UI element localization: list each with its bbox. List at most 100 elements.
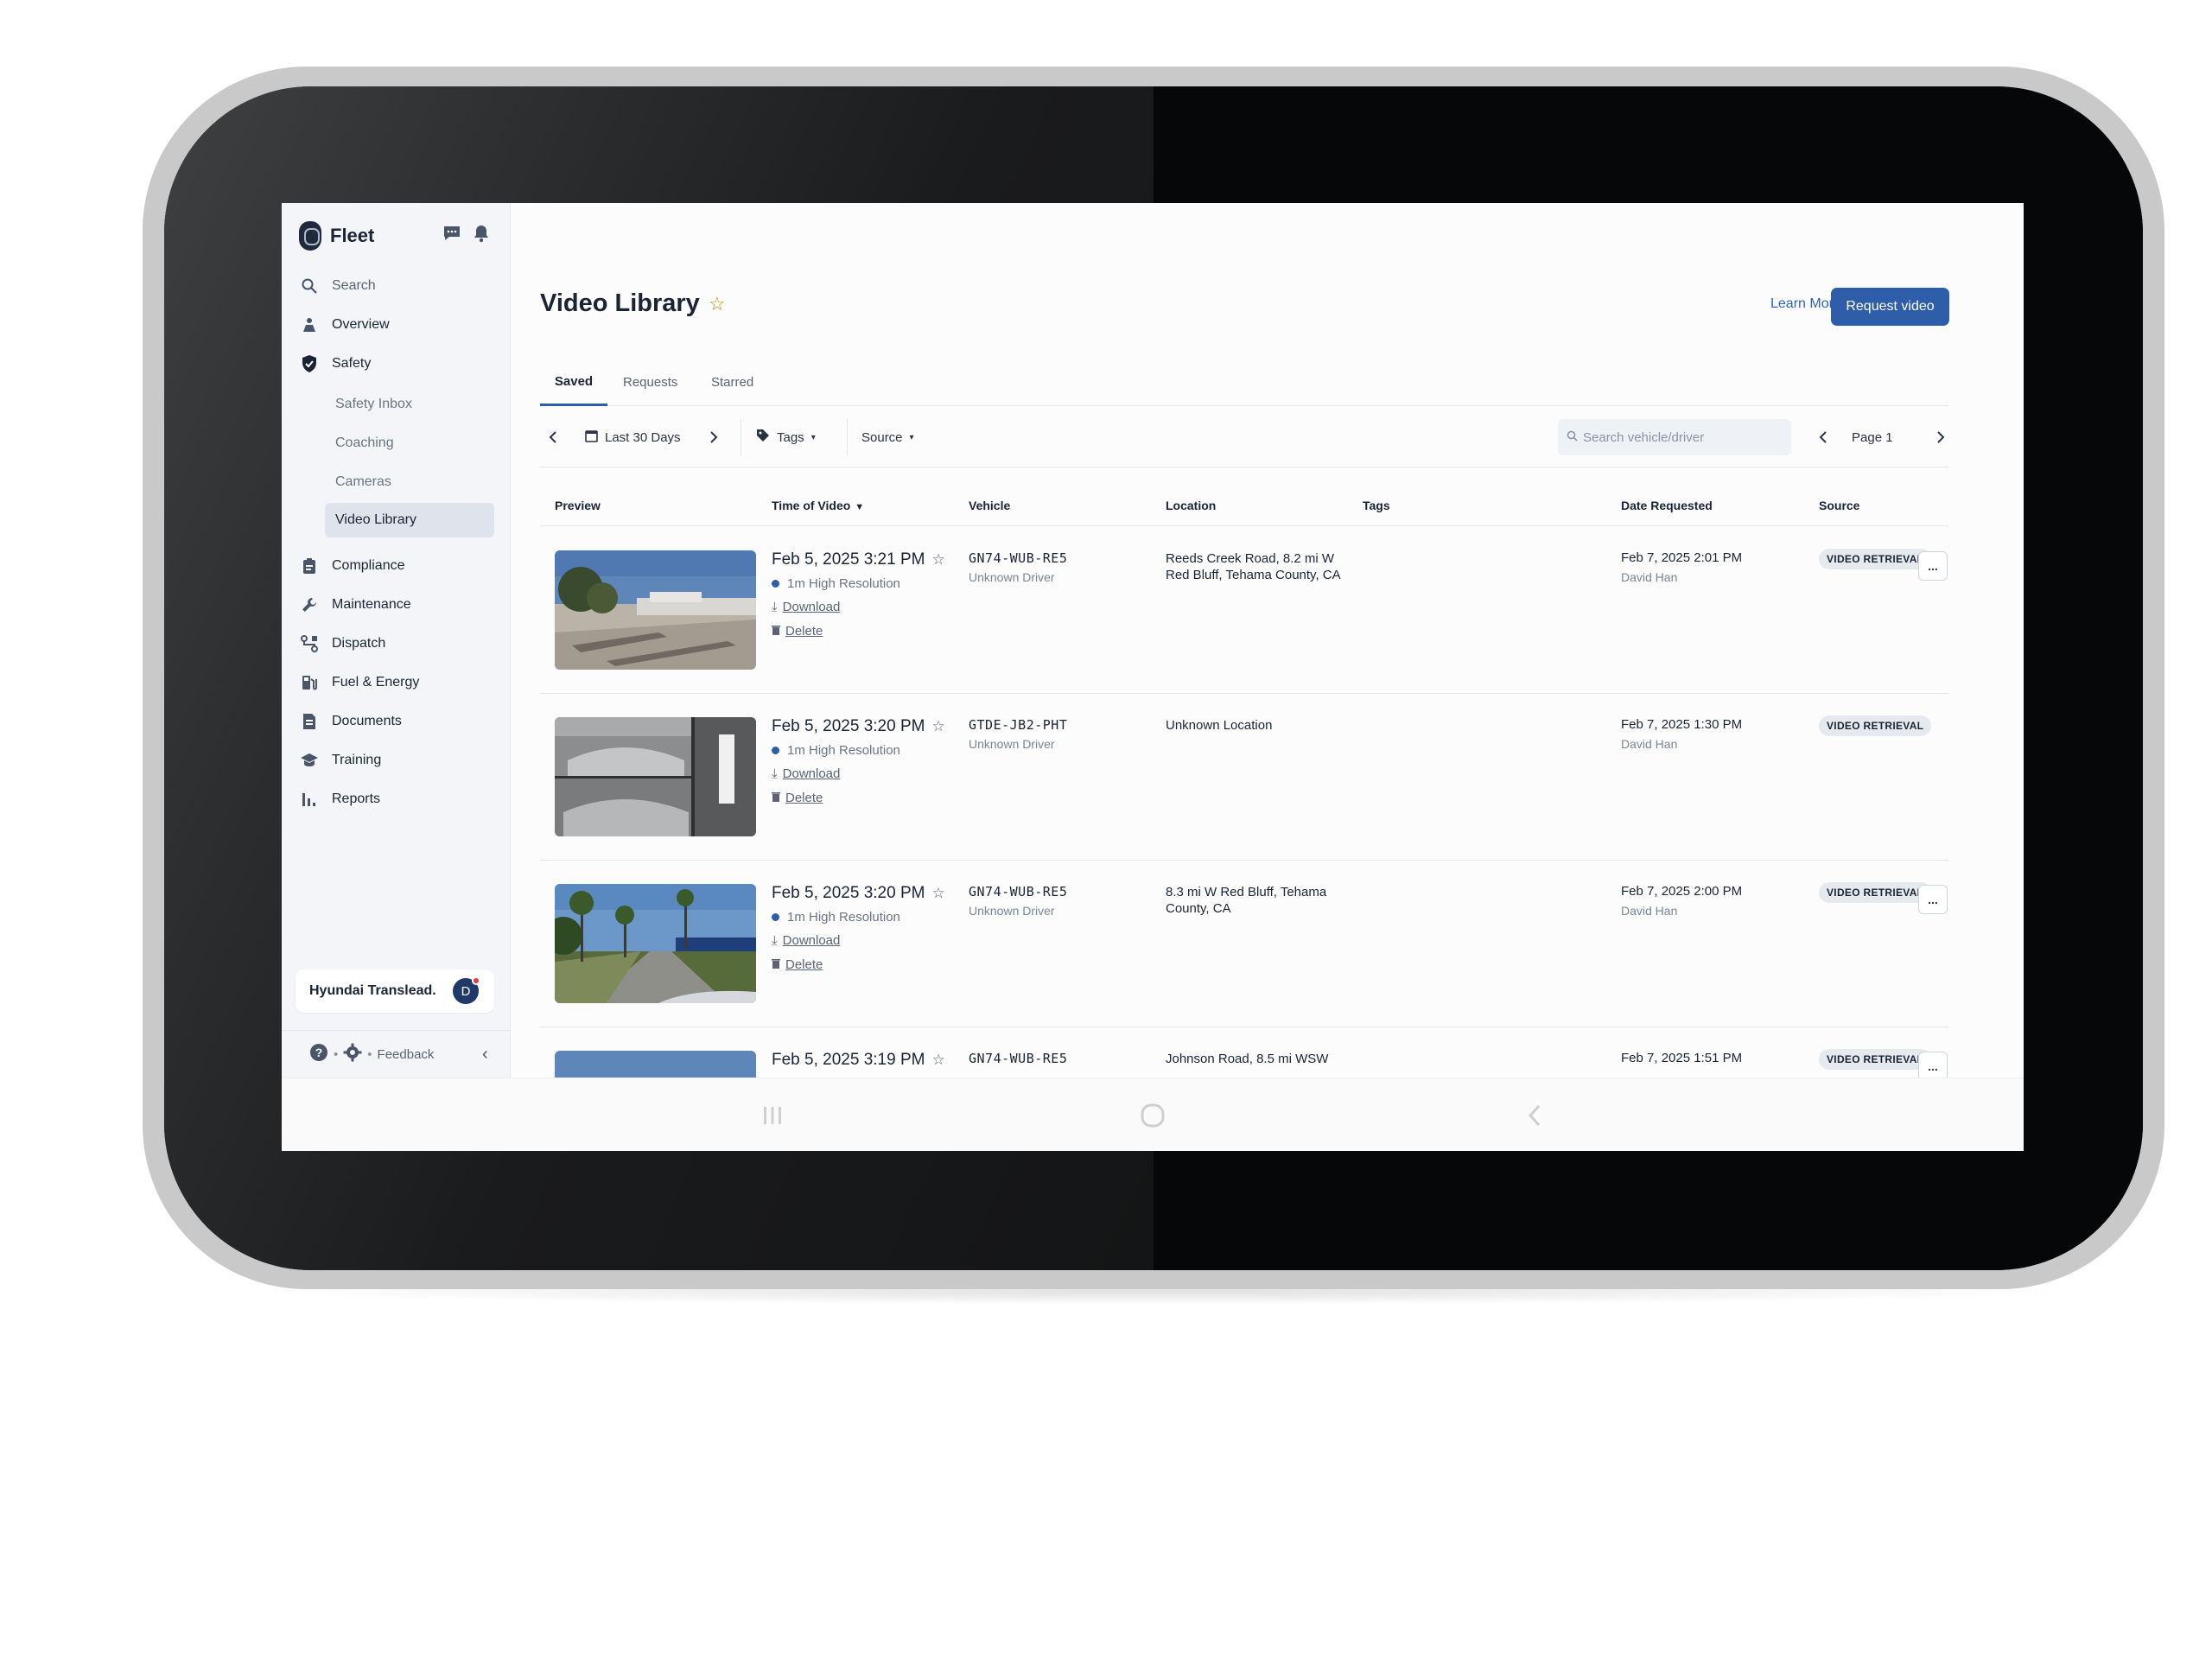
tab-requests[interactable]: Requests [623,359,677,406]
sidebar-item-label: Fuel & Energy [332,675,420,690]
tab-starred[interactable]: Starred [711,359,753,406]
help-icon[interactable]: ? [309,1043,328,1065]
organization-switcher[interactable]: Hyundai Translead. D [296,969,494,1013]
sidebar-item-label: Search [332,278,376,293]
chat-icon[interactable] [441,222,463,245]
date-prev-icon[interactable] [549,426,557,448]
star-icon[interactable]: ☆ [931,551,944,569]
star-icon[interactable]: ☆ [931,1052,944,1069]
star-icon[interactable]: ☆ [931,885,944,902]
sidebar-item-compliance[interactable]: Compliance [299,552,404,580]
location-text: Unknown Location [1166,718,1273,733]
table-row[interactable]: Feb 5, 2025 3:21 PM ☆ 1m High Resolution … [540,527,1948,694]
sidebar-item-label: Safety [332,356,372,371]
brand-name: Fleet [330,225,375,246]
sidebar-item-fuel-energy[interactable]: Fuel & Energy [299,669,419,696]
sidebar-item-safety[interactable]: Safety [299,350,371,378]
tab-saved[interactable]: Saved [540,359,607,406]
shield-icon [299,353,320,374]
date-range-picker[interactable]: Last 30 Days [585,426,681,448]
requester-name: David Han [1621,570,1678,584]
row-more-button[interactable]: ... [1918,551,1948,581]
filter-bar: Last 30 Days Tags ▾ Source ▾ Search vehi… [540,407,1948,467]
sidebar-subitem-cameras[interactable]: Cameras [325,465,494,499]
page-next-icon[interactable] [1936,426,1945,448]
brand-logo-icon [299,221,321,251]
video-thumbnail[interactable] [555,550,756,670]
location-text: Reeds Creek Road, 8.2 mi W Red Bluff, Te… [1166,551,1341,582]
sidebar-subitem-video-library[interactable]: Video Library [325,503,494,537]
source-filter[interactable]: Source ▾ [861,426,914,448]
star-icon[interactable]: ☆ [931,718,944,735]
delete-label: Delete [785,624,823,639]
source-badge: VIDEO RETRIEVAL [1819,549,1932,569]
location-text: 8.3 mi W Red Bluff, Tehama County, CA [1166,885,1327,916]
search-icon [299,276,320,296]
table-header: Preview Time of Video ▼ Vehicle Location … [540,488,1948,526]
vehicle-id[interactable]: GTDE-JB2-PHT [969,717,1067,733]
feedback-link[interactable]: Feedback [378,1047,435,1062]
video-time: Feb 5, 2025 3:19 PM ☆ [772,1051,945,1070]
sidebar-item-maintenance[interactable]: Maintenance [299,591,411,619]
vehicle-id[interactable]: GN74-WUB-RE5 [969,884,1067,899]
download-link[interactable]: ⤓ Download [772,600,840,614]
wrench-icon [299,594,320,615]
sidebar-item-dispatch[interactable]: Dispatch [299,630,385,658]
row-more-button[interactable]: ... [1918,885,1948,914]
collapse-sidebar-icon[interactable]: ‹ [482,1045,488,1065]
sidebar-item-label: Dispatch [332,636,386,651]
column-time-of-video[interactable]: Time of Video ▼ [772,499,864,512]
date-next-icon[interactable] [709,426,718,448]
vehicle-id[interactable]: GN74-WUB-RE5 [969,1051,1067,1066]
row-more-button[interactable]: ... [1918,1052,1948,1081]
search-vehicle-driver-input[interactable] [1583,429,1782,445]
video-thumbnail[interactable] [555,884,756,1003]
sidebar-item-documents[interactable]: Documents [299,708,402,735]
request-video-button[interactable]: Request video [1831,288,1949,326]
bell-icon[interactable] [470,222,493,245]
home-icon[interactable] [1127,1096,1179,1135]
column-location: Location [1166,499,1217,512]
favorite-star-icon[interactable]: ☆ [709,293,726,315]
route-icon [299,633,320,654]
vehicle-id[interactable]: GN74-WUB-RE5 [969,550,1067,566]
brand[interactable]: Fleet [299,219,374,253]
video-thumbnail[interactable] [555,717,756,836]
tags-filter[interactable]: Tags ▾ [756,426,816,448]
sidebar-item-overview[interactable]: Overview [299,311,390,339]
download-link[interactable]: ⤓ Download [772,766,840,781]
source-badge: VIDEO RETRIEVAL [1819,715,1932,736]
search-box[interactable] [1558,419,1791,455]
dropdown-icon: ▾ [909,432,914,442]
delete-link[interactable]: Delete [772,791,823,805]
date-requested: Feb 7, 2025 2:01 PM [1621,550,1743,565]
settings-gear-icon[interactable] [343,1043,362,1065]
requester-name: David Han [1621,904,1678,918]
thumbnail-image [555,550,756,670]
sidebar-item-reports[interactable]: Reports [299,785,380,813]
sidebar-item-training[interactable]: Training [299,747,381,774]
tags-filter-label: Tags [777,429,804,445]
date-requested: Feb 7, 2025 2:00 PM [1621,884,1743,899]
page-prev-icon[interactable] [1819,426,1827,448]
back-icon[interactable] [1509,1096,1560,1135]
recent-apps-icon[interactable] [747,1096,798,1135]
download-link[interactable]: ⤓ Download [772,933,840,948]
sidebar-item-label: Training [332,753,382,767]
sidebar: Fleet Search Overview Safety Safety Inbo… [282,203,511,1077]
sidebar-item-search[interactable]: Search [299,272,376,300]
thumbnail-image [555,717,756,836]
sidebar-subitem-safety-inbox[interactable]: Safety Inbox [325,387,494,422]
column-label: Time of Video [772,499,851,512]
column-preview: Preview [555,499,601,512]
download-label: Download [782,600,841,614]
sidebar-subitem-coaching[interactable]: Coaching [325,426,494,461]
table-row[interactable]: Feb 5, 2025 3:20 PM ☆ 1m High Resolution … [540,861,1948,1027]
delete-link[interactable]: Delete [772,957,823,972]
video-time-text: Feb 5, 2025 3:19 PM [772,1051,925,1069]
table-row[interactable]: Feb 5, 2025 3:20 PM ☆ 1m High Resolution … [540,694,1948,861]
delete-link[interactable]: Delete [772,624,823,639]
fuel-icon [299,672,320,693]
column-date-requested: Date Requested [1621,499,1713,512]
delete-label: Delete [785,957,823,972]
